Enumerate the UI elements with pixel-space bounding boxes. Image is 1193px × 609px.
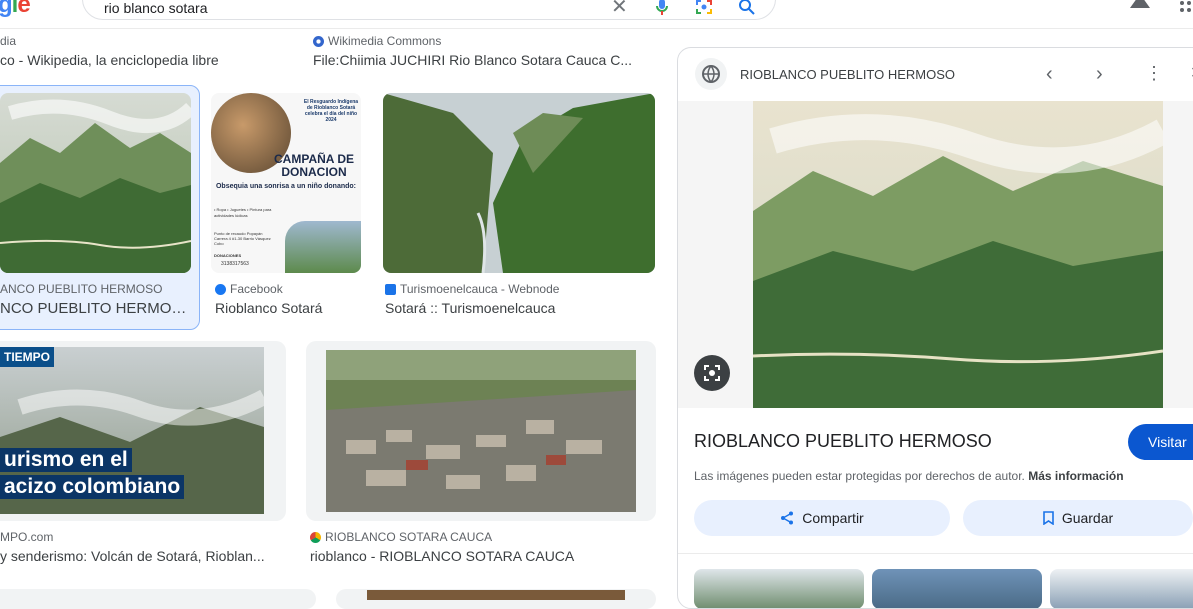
- wikimedia-icon: [313, 35, 324, 47]
- site-icon: [310, 531, 321, 543]
- clear-icon[interactable]: ✕: [611, 0, 628, 17]
- poster-collection-point: Punto de recaudo Popayán Carrera 4 #1-30…: [214, 231, 271, 246]
- visit-button[interactable]: Visitar: [1128, 424, 1193, 460]
- result-thumbnail-valley[interactable]: [383, 93, 655, 273]
- google-logo[interactable]: gle: [0, 0, 31, 19]
- apps-grid-icon[interactable]: [1180, 0, 1193, 18]
- search-icon[interactable]: [738, 0, 756, 19]
- news-headline-1: urismo en el: [0, 448, 132, 472]
- result-source: dia: [0, 34, 17, 48]
- result-source: Wikimedia Commons: [313, 34, 441, 48]
- result-title[interactable]: co - Wikipedia, la enciclopedia libre: [0, 52, 290, 68]
- bookmark-icon: [1043, 511, 1054, 525]
- share-button[interactable]: Compartir: [694, 500, 950, 536]
- poster-donations-label: DONACIONES: [214, 253, 242, 258]
- related-image[interactable]: [1050, 569, 1193, 608]
- poster-phone: 3138317563: [221, 261, 249, 267]
- result-thumbnail[interactable]: [367, 590, 625, 600]
- share-icon: [781, 511, 794, 525]
- result-thumbnail-town[interactable]: [326, 350, 636, 512]
- site-favicon: [695, 58, 727, 90]
- result-title[interactable]: Sotará :: Turismoenelcauca: [385, 300, 650, 316]
- result-title[interactable]: Rioblanco Sotará: [215, 300, 360, 316]
- share-label: Compartir: [802, 510, 864, 526]
- poster-heading: El Resguardo Indígena de Rioblanco Sotar…: [303, 99, 359, 123]
- result-title[interactable]: rioblanco - RIOBLANCO SOTARA CAUCA: [310, 548, 640, 564]
- preview-image[interactable]: [752, 101, 1170, 408]
- save-button[interactable]: Guardar: [963, 500, 1193, 536]
- result-source: RIOBLANCO SOTARA CAUCA: [310, 530, 492, 544]
- previous-icon[interactable]: ‹: [1046, 64, 1053, 84]
- result-title[interactable]: File:Chiimia JUCHIRI Rio Blanco Sotara C…: [313, 52, 648, 68]
- result-title[interactable]: y senderismo: Volcán de Sotará, Rioblan.…: [0, 548, 278, 564]
- mountain-photo: [285, 221, 361, 273]
- copyright-notice: Las imágenes pueden estar protegidas por…: [694, 469, 1124, 483]
- image-preview-panel: RIOBLANCO PUEBLITO HERMOSO ‹ › ⋮ ✕ RIOBL…: [677, 47, 1193, 609]
- result-source: ANCO PUEBLITO HERMOSO: [0, 282, 163, 296]
- search-box[interactable]: ✕: [82, 0, 776, 20]
- result-source: Turismoenelcauca - Webnode: [385, 282, 559, 296]
- facebook-icon: [215, 283, 226, 295]
- more-options-icon[interactable]: ⋮: [1145, 63, 1163, 83]
- news-headline-2: acizo colombiano: [0, 475, 185, 499]
- webnode-icon: [385, 283, 396, 295]
- panel-divider: [678, 553, 1193, 554]
- header-divider: [0, 28, 1193, 29]
- search-input[interactable]: [104, 0, 504, 16]
- lens-icon[interactable]: [695, 0, 713, 19]
- panel-site-name[interactable]: RIOBLANCO PUEBLITO HERMOSO: [740, 67, 955, 82]
- result-source: MPO.com: [0, 530, 54, 544]
- result-tile-bg: [0, 589, 316, 609]
- panel-title[interactable]: RIOBLANCO PUEBLITO HERMOSO: [694, 431, 992, 452]
- result-thumbnail-news[interactable]: TIEMPO urismo en el acizo colombiano: [0, 347, 264, 514]
- poster-items: • Ropa • Juguetes • Pintura para activid…: [214, 207, 272, 218]
- result-thumbnail-mountain[interactable]: [0, 93, 191, 273]
- more-info-link[interactable]: Más información: [1028, 469, 1123, 483]
- result-title[interactable]: NCO PUEBLITO HERMOSO: [0, 300, 190, 317]
- poster-subtitle: Obsequia una sonrisa a un niño donando:: [215, 183, 356, 190]
- labs-icon[interactable]: [1129, 0, 1151, 17]
- save-label: Guardar: [1061, 510, 1114, 526]
- poster-campaign: CAMPAÑA DE DONACION: [274, 152, 354, 179]
- result-thumbnail-donation-poster[interactable]: El Resguardo Indígena de Rioblanco Sotar…: [211, 93, 361, 273]
- microphone-icon[interactable]: [655, 0, 669, 19]
- next-icon[interactable]: ›: [1096, 64, 1103, 84]
- result-source: Facebook: [215, 282, 283, 296]
- related-image[interactable]: [872, 569, 1042, 608]
- related-image[interactable]: [694, 569, 864, 608]
- lens-search-button[interactable]: [694, 355, 730, 391]
